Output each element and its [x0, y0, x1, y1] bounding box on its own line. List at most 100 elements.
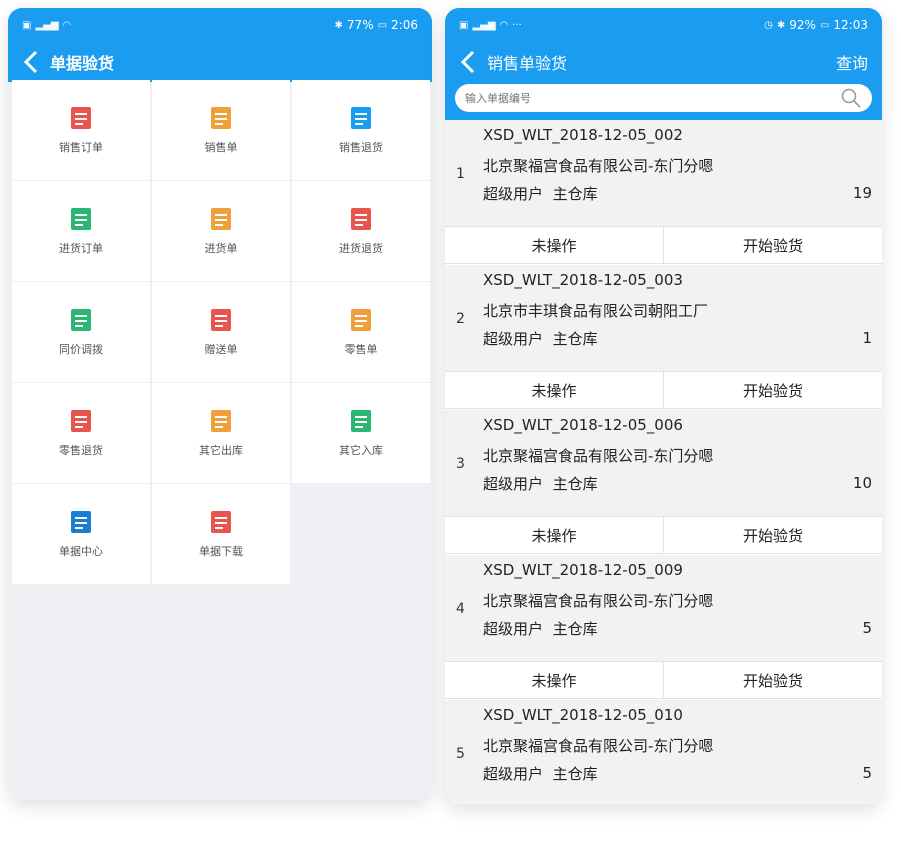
order-company: 北京聚福宫食品有限公司-东门分嗯: [483, 447, 714, 465]
tile-retail-return[interactable]: 零售退货: [12, 383, 150, 483]
order-info[interactable]: 4 XSD_WLT_2018-12-05_009 北京聚福宫食品有限公司-东门分嗯超…: [445, 555, 882, 661]
order-info[interactable]: 2 XSD_WLT_2018-12-05_003 北京市丰琪食品有限公司朝阳工厂 超级…: [445, 265, 882, 371]
order-user: 超级用户: [483, 765, 544, 783]
battery-icon: ▭: [377, 19, 388, 31]
order-company: 北京聚福宫食品有限公司-东门分嗯: [483, 592, 714, 610]
order-actions: 未操作 开始验货: [445, 516, 882, 554]
status-left: ▣ ▂▄▆ ◠: [22, 20, 71, 31]
order-index: 1: [456, 166, 465, 182]
notification-icon: ▣: [22, 19, 32, 31]
retail-icon: [351, 309, 371, 331]
order-quantity: 10: [852, 474, 872, 492]
tile-label: 同价调拨: [59, 343, 103, 356]
tile-stock-out[interactable]: 其它出库: [152, 383, 290, 483]
order-info[interactable]: 5 XSD_WLT_2018-12-05_010 北京聚福宫食品有限公司-东门分嗯超…: [445, 700, 882, 804]
order-user: 超级用户: [483, 330, 544, 348]
order-code: XSD_WLT_2018-12-05_009: [483, 561, 683, 579]
tile-label: 零售退货: [59, 444, 103, 457]
more-icon: ···: [512, 19, 522, 31]
order-item: 1 XSD_WLT_2018-12-05_002 北京聚福宫食品有限公司-东门分嗯超…: [445, 120, 882, 264]
title-bar: 销售单验货 查询: [445, 42, 882, 82]
order-info[interactable]: 1 XSD_WLT_2018-12-05_002 北京聚福宫食品有限公司-东门分嗯超…: [445, 120, 882, 226]
tile-sales-order[interactable]: 销售订单: [12, 80, 150, 180]
order-actions: 未操作 开始验货: [445, 661, 882, 699]
tile-transfer[interactable]: 同价调拨: [12, 282, 150, 382]
wifi-icon: ◠: [62, 19, 72, 31]
query-button[interactable]: 查询: [836, 50, 868, 74]
order-user: 超级用户: [483, 185, 544, 203]
order-quantity: 19: [852, 184, 872, 202]
chevron-left-icon: [460, 50, 475, 74]
tile-sales-doc[interactable]: 销售单: [152, 80, 290, 180]
order-warehouse: 主仓库: [552, 620, 598, 638]
order-quantity: 5: [862, 619, 872, 637]
tile-gift[interactable]: 赠送单: [152, 282, 290, 382]
page-title: 单据验货: [50, 54, 115, 73]
tile-stock-in[interactable]: 其它入库: [292, 383, 430, 483]
order-index: 3: [456, 456, 465, 472]
start-inspection-button[interactable]: 开始验货: [663, 372, 882, 408]
notification-icon: ▣: [459, 19, 469, 31]
order-info[interactable]: 3 XSD_WLT_2018-12-05_006 北京聚福宫食品有限公司-东门分嗯超…: [445, 410, 882, 516]
order-company: 北京聚福宫食品有限公司-东门分嗯: [483, 157, 714, 175]
order-meta: 超级用户 主仓库: [483, 473, 598, 494]
order-actions: 未操作 开始验货: [445, 371, 882, 409]
order-code: XSD_WLT_2018-12-05_002: [483, 126, 683, 144]
order-meta: 超级用户 主仓库: [483, 618, 598, 639]
sales-order-icon: [71, 107, 91, 129]
status-button[interactable]: 未操作: [445, 227, 663, 263]
stock-out-icon: [211, 410, 231, 432]
order-item: 2 XSD_WLT_2018-12-05_003 北京市丰琪食品有限公司朝阳工厂 超级…: [445, 265, 882, 409]
tile-purchase-order[interactable]: 进货订单: [12, 181, 150, 281]
wifi-icon: ◠: [499, 19, 509, 31]
signal-icon: ▂▄▆: [35, 19, 59, 31]
start-inspection-button[interactable]: 开始验货: [663, 227, 882, 263]
right-screen: ▣ ▂▄▆ ◠ ··· ◷ ✱ 92% ▭ 12:03 销售单验货 查询 1 XS…: [445, 8, 882, 804]
order-code: XSD_WLT_2018-12-05_010: [483, 706, 683, 724]
alarm-icon: ◷: [764, 19, 773, 31]
order-warehouse: 主仓库: [552, 475, 598, 493]
doc-center-icon: [71, 511, 91, 533]
status-right: ◷ ✱ 92% ▭ 12:03: [764, 18, 868, 32]
purchase-return-icon: [351, 208, 371, 230]
tile-label: 其它入库: [339, 444, 383, 457]
tile-label: 销售单: [204, 141, 238, 154]
tile-label: 销售订单: [59, 141, 103, 154]
tile-doc-center[interactable]: 单据中心: [12, 484, 150, 584]
status-bar: ▣ ▂▄▆ ◠ ··· ◷ ✱ 92% ▭ 12:03: [445, 8, 882, 42]
signal-icon: ▂▄▆: [472, 19, 496, 31]
tile-purchase-return[interactable]: 进货退货: [292, 181, 430, 281]
start-inspection-button[interactable]: 开始验货: [663, 662, 882, 698]
chevron-left-icon: [23, 50, 38, 74]
order-item: 4 XSD_WLT_2018-12-05_009 北京聚福宫食品有限公司-东门分嗯超…: [445, 555, 882, 699]
retail-return-icon: [71, 410, 91, 432]
order-warehouse: 主仓库: [552, 330, 598, 348]
order-index: 4: [456, 601, 465, 617]
tile-retail[interactable]: 零售单: [292, 282, 430, 382]
battery-icon: ▭: [819, 19, 830, 31]
order-company: 北京市丰琪食品有限公司朝阳工厂: [483, 302, 709, 320]
tile-label: 赠送单: [204, 343, 238, 356]
status-button[interactable]: 未操作: [445, 372, 663, 408]
search-icon[interactable]: [840, 87, 862, 109]
status-button[interactable]: 未操作: [445, 517, 663, 553]
start-inspection-button[interactable]: 开始验货: [663, 517, 882, 553]
search-bar: [445, 82, 882, 122]
tile-label: 进货订单: [59, 242, 103, 255]
back-button[interactable]: [455, 47, 481, 77]
transfer-icon: [71, 309, 91, 331]
tile-purchase-doc[interactable]: 进货单: [152, 181, 290, 281]
order-meta: 超级用户 主仓库: [483, 183, 598, 204]
order-user: 超级用户: [483, 620, 544, 638]
doc-download-icon: [211, 511, 231, 533]
back-button[interactable]: [18, 47, 44, 77]
order-meta: 超级用户 主仓库: [483, 763, 598, 784]
order-code: XSD_WLT_2018-12-05_003: [483, 271, 683, 289]
title-bar: 单据验货: [8, 42, 432, 82]
tile-sales-return[interactable]: 销售退货: [292, 80, 430, 180]
search-input[interactable]: [465, 91, 825, 105]
tile-label: 零售单: [344, 343, 378, 356]
purchase-order-icon: [71, 208, 91, 230]
tile-doc-download[interactable]: 单据下载: [152, 484, 290, 584]
status-button[interactable]: 未操作: [445, 662, 663, 698]
